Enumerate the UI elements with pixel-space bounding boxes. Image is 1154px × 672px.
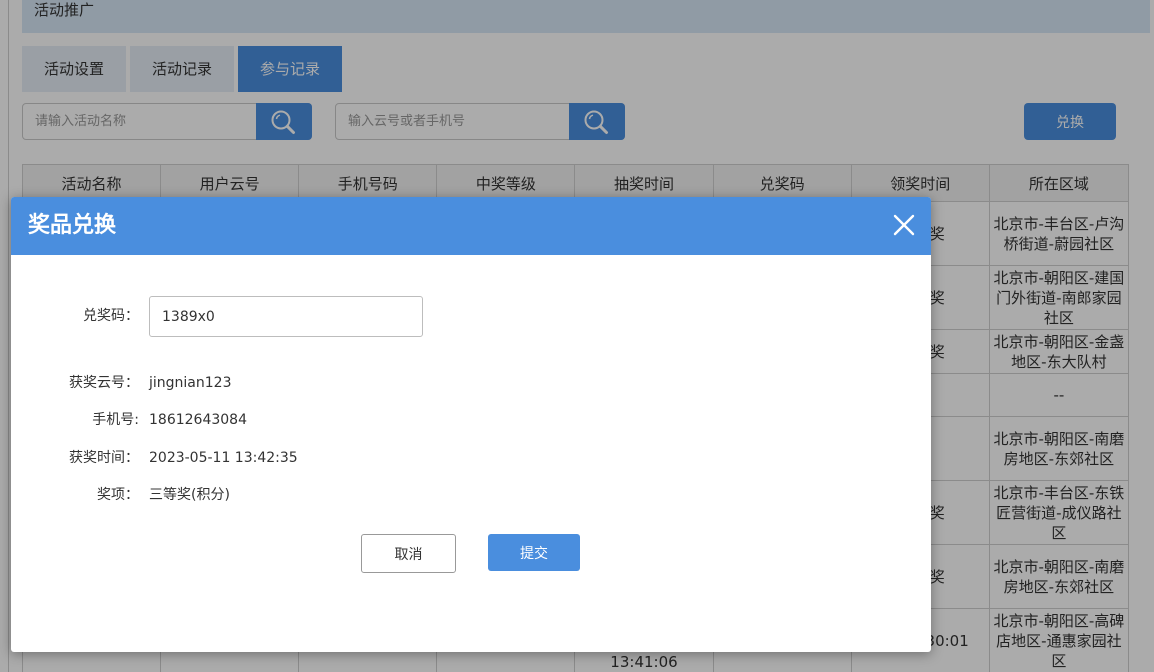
win-time-value: 2023-05-11 13:42:35 xyxy=(149,450,298,466)
dialog-title: 奖品兑换 xyxy=(28,213,117,238)
prize-value: 三等奖(积分) xyxy=(149,487,230,503)
dialog-header: 奖品兑换 xyxy=(11,197,931,255)
win-time-label: 获奖时间： xyxy=(69,450,139,466)
phone-label: 手机号: xyxy=(92,412,139,428)
redeem-code-label: 兑奖码： xyxy=(83,308,139,324)
redeem-code-input[interactable] xyxy=(149,296,423,337)
close-button[interactable] xyxy=(891,212,917,238)
cancel-button[interactable]: 取消 xyxy=(361,534,456,573)
winner-id-value: jingnian123 xyxy=(149,375,232,391)
submit-button[interactable]: 提交 xyxy=(488,534,580,571)
winner-id-label: 获奖云号： xyxy=(69,375,139,391)
prize-exchange-dialog: 奖品兑换 兑奖码： 获奖云号： jingnian123 手机号: 1861264… xyxy=(11,197,931,652)
phone-value: 18612643084 xyxy=(149,412,247,428)
close-icon xyxy=(893,214,915,236)
prize-label: 奖项： xyxy=(97,487,139,503)
